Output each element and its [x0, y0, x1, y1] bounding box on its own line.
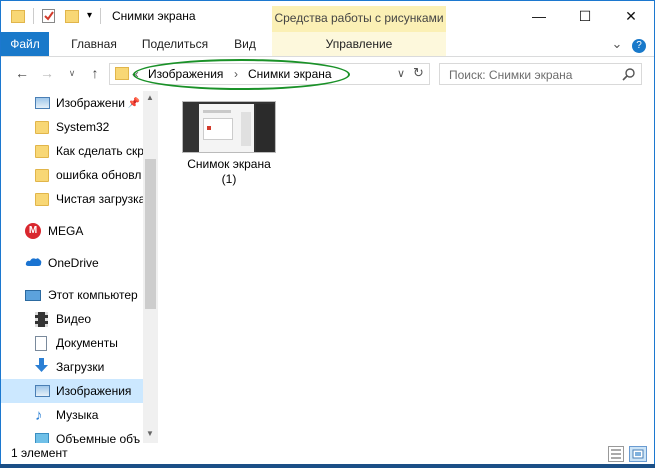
- nav-item-label: Музыка: [56, 408, 99, 422]
- nav-item-update-error[interactable]: ошибка обновл: [1, 163, 143, 187]
- search-input[interactable]: Поиск: Снимки экрана: [439, 63, 642, 85]
- help-glyph: ?: [632, 39, 646, 53]
- pin-icon: 📌: [127, 97, 141, 109]
- tab-home[interactable]: Главная: [65, 32, 123, 56]
- nav-item-how-to[interactable]: Как сделать скр: [1, 139, 143, 163]
- nav-item-system32[interactable]: System32: [1, 115, 143, 139]
- scrollbar-thumb[interactable]: [145, 159, 156, 309]
- large-icons-view-icon[interactable]: [629, 446, 647, 462]
- forward-arrow-icon[interactable]: →: [37, 64, 57, 82]
- breadcrumb-screenshots[interactable]: Снимки экрана: [248, 67, 332, 81]
- folder-icon: [115, 67, 129, 80]
- details-view-icon[interactable]: [608, 446, 624, 462]
- search-icon: [622, 67, 636, 84]
- nav-item-label: Изображения: [56, 384, 132, 398]
- pictures-icon: [35, 97, 50, 109]
- properties-icon[interactable]: [42, 9, 55, 23]
- nav-item-label: Как сделать скр: [56, 144, 143, 158]
- address-overflow-icon[interactable]: «: [132, 67, 139, 81]
- tab-manage[interactable]: Управление: [272, 32, 446, 56]
- nav-item-label: Изображени: [56, 96, 125, 110]
- folder-icon: [11, 9, 25, 23]
- nav-item-label: Видео: [56, 312, 92, 326]
- explorer-window: ▾ Снимки экрана Средства работы с рисунк…: [0, 0, 655, 468]
- customize-toolbar-icon[interactable]: ▾: [87, 10, 92, 22]
- nav-item-pictures[interactable]: Изображения: [1, 379, 143, 403]
- nav-item-this-pc[interactable]: Этот компьютер: [1, 283, 143, 307]
- ribbon-expand-icon[interactable]: ⌄: [608, 32, 626, 56]
- nav-item-clean-boot[interactable]: Чистая загрузка: [1, 187, 143, 211]
- minimize-button[interactable]: —: [516, 1, 562, 31]
- nav-scrollbar[interactable]: ▲ ▼: [143, 91, 158, 443]
- toolbar-divider: [100, 8, 102, 24]
- folder-icon: [35, 192, 49, 206]
- nav-item-label: MEGA: [48, 224, 84, 238]
- search-placeholder: Поиск: Снимки экрана: [449, 68, 573, 82]
- image-thumbnail: [182, 101, 276, 153]
- new-folder-icon[interactable]: [65, 9, 79, 23]
- up-arrow-icon[interactable]: ↑: [85, 64, 105, 82]
- back-arrow-icon[interactable]: ←: [12, 64, 32, 82]
- status-bar: 1 элемент: [1, 443, 654, 465]
- item-count: 1 элемент: [11, 446, 68, 460]
- nav-item-label: Чистая загрузка: [56, 192, 143, 206]
- navigation-bar: ← → ∨ ↑ « Изображения › Снимки экрана ∨ …: [1, 57, 654, 89]
- nav-item-music[interactable]: ♪ Музыка: [1, 403, 143, 427]
- folder-icon: [35, 168, 49, 182]
- taskbar-edge: [0, 464, 655, 468]
- nav-item-downloads[interactable]: Загрузки: [1, 355, 143, 379]
- file-name-line2: (1): [221, 172, 237, 186]
- refresh-icon[interactable]: ↻: [413, 65, 424, 81]
- window-title: Снимки экрана: [112, 9, 196, 23]
- music-icon: ♪: [35, 406, 43, 424]
- nav-item-3d-objects[interactable]: Объемные объ: [1, 427, 143, 443]
- computer-icon: [25, 289, 41, 301]
- file-list: Снимок экрана (1): [161, 91, 654, 443]
- nav-item-onedrive[interactable]: OneDrive: [1, 251, 143, 275]
- 3d-objects-icon: [35, 432, 49, 443]
- nav-item-label: Загрузки: [56, 360, 105, 374]
- quick-access-toolbar: ▾: [11, 7, 102, 25]
- onedrive-icon: [25, 256, 42, 270]
- ribbon-tabs: Файл Главная Поделиться Вид Управление ⌄…: [1, 32, 654, 57]
- nav-item-label: OneDrive: [48, 256, 99, 270]
- tab-share[interactable]: Поделиться: [138, 32, 212, 56]
- tab-view[interactable]: Вид: [229, 32, 261, 56]
- title-bar: ▾ Снимки экрана Средства работы с рисунк…: [1, 1, 654, 32]
- nav-item-label: System32: [56, 120, 110, 134]
- documents-icon: [35, 335, 47, 351]
- toolbar-divider: [33, 8, 34, 24]
- file-name-line1: Снимок экрана: [187, 157, 271, 171]
- picture-tools-context-tab: Средства работы с рисунками: [272, 6, 446, 32]
- downloads-icon: [35, 358, 48, 376]
- folder-icon: [35, 144, 49, 158]
- navigation-pane: Изображени 📌 System32 Как сделать скр ош…: [1, 91, 158, 443]
- scroll-down-icon[interactable]: ▼: [146, 429, 154, 438]
- address-bar[interactable]: « Изображения › Снимки экрана ∨ ↻: [109, 63, 430, 85]
- nav-item-documents[interactable]: Документы: [1, 331, 143, 355]
- tab-file[interactable]: Файл: [1, 32, 49, 56]
- nav-item-label: ошибка обновл: [56, 168, 142, 182]
- help-icon[interactable]: ?: [629, 32, 649, 56]
- file-name: Снимок экрана (1): [171, 157, 287, 187]
- nav-item-label: Этот компьютер: [48, 288, 138, 302]
- breadcrumb-separator-icon[interactable]: ›: [234, 67, 238, 81]
- nav-item-label: Объемные объ: [56, 432, 141, 443]
- maximize-button[interactable]: ☐: [562, 1, 608, 31]
- mega-icon: M: [25, 223, 41, 239]
- nav-item-label: Документы: [56, 336, 118, 350]
- nav-item-pictures-pinned[interactable]: Изображени 📌: [1, 91, 143, 115]
- pictures-icon: [35, 385, 50, 397]
- nav-item-mega[interactable]: M MEGA: [1, 219, 143, 243]
- video-icon: [35, 311, 48, 327]
- close-button[interactable]: ✕: [608, 1, 654, 31]
- recent-locations-icon[interactable]: ∨: [62, 64, 82, 82]
- folder-icon: [35, 120, 49, 134]
- nav-item-videos[interactable]: Видео: [1, 307, 143, 331]
- scroll-up-icon[interactable]: ▲: [146, 93, 154, 102]
- address-dropdown-icon[interactable]: ∨: [397, 67, 405, 80]
- breadcrumb-pictures[interactable]: Изображения: [148, 67, 223, 81]
